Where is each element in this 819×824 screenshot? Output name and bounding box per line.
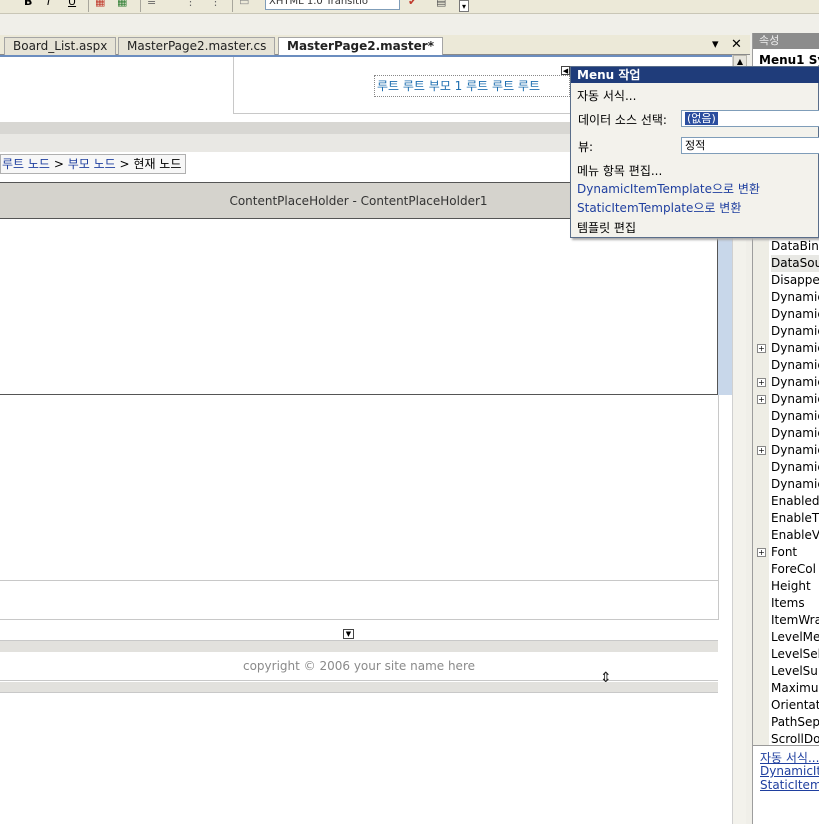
- breadcrumb-parent-link[interactable]: 부모 노드: [68, 157, 116, 171]
- toolbar: B I U ▦ ▦ ≡ ⋮ ⋮ ▭ XHTML 1.0 Transitio ✔ …: [0, 0, 819, 14]
- property-row[interactable]: Height: [771, 578, 819, 595]
- auto-format-link[interactable]: 자동 서식...: [577, 87, 636, 104]
- expand-section-icon[interactable]: ▼: [343, 629, 354, 639]
- view-label: 뷰:: [578, 140, 594, 154]
- property-row[interactable]: Enabled: [771, 493, 819, 510]
- property-row[interactable]: Dynamic: [771, 340, 819, 357]
- align-icon[interactable]: ≡: [147, 0, 156, 10]
- convert-dynamic-template-link[interactable]: DynamicItemTemplate으로 변환: [577, 180, 760, 197]
- background-color-icon[interactable]: ▦: [117, 0, 127, 10]
- property-row[interactable]: LevelSel: [771, 646, 819, 663]
- property-row[interactable]: DataBind: [771, 238, 819, 255]
- property-row[interactable]: Dynamic: [771, 425, 819, 442]
- italic-button[interactable]: I: [47, 0, 50, 10]
- property-row[interactable]: Dynamic: [771, 459, 819, 476]
- toolbar-overflow-icon[interactable]: ▾: [459, 0, 469, 12]
- breadcrumb-separator: >: [119, 157, 130, 171]
- tab-list-dropdown-icon[interactable]: ▾: [712, 37, 719, 53]
- property-row[interactable]: Maximu: [771, 680, 819, 697]
- breadcrumb-root-link[interactable]: 루트 노드: [2, 157, 50, 171]
- datasource-select[interactable]: (없음): [681, 110, 819, 127]
- convert-dynamic-command[interactable]: DynamicIt: [760, 764, 819, 778]
- expand-plus-icon[interactable]: +: [757, 344, 766, 353]
- bold-button[interactable]: B: [24, 0, 32, 10]
- smart-tag-glyph-icon[interactable]: ◀: [561, 66, 570, 75]
- property-row[interactable]: Dynamic: [771, 374, 819, 391]
- placeholder-side-bar: [718, 217, 732, 395]
- tab-board-list[interactable]: Board_List.aspx: [4, 37, 117, 55]
- expand-plus-icon[interactable]: +: [757, 395, 766, 404]
- property-row[interactable]: Orientati: [771, 697, 819, 714]
- property-row[interactable]: Dynamic: [771, 442, 819, 459]
- property-row[interactable]: ForeCol: [771, 561, 819, 578]
- menu-control[interactable]: 루트 루트 부모 1 루트 루트 루트: [374, 75, 570, 97]
- toolbar-separator: [88, 0, 89, 12]
- options-icon[interactable]: ▤: [436, 0, 446, 10]
- edit-menu-items-link[interactable]: 메뉴 항목 편집...: [577, 162, 662, 179]
- validation-icon[interactable]: ✔: [408, 0, 417, 10]
- document-tab-strip: Board_List.aspx MasterPage2.master.cs Ma…: [0, 35, 750, 56]
- bulleted-list-icon[interactable]: ⋮: [210, 0, 221, 10]
- tab-label: MasterPage2.master*: [287, 39, 434, 53]
- property-row[interactable]: Dynamic: [771, 357, 819, 374]
- divider: [0, 619, 718, 620]
- foreground-color-icon[interactable]: ▦: [95, 0, 105, 10]
- doctype-select[interactable]: XHTML 1.0 Transitio: [265, 0, 400, 10]
- property-row[interactable]: Dynamic: [771, 323, 819, 340]
- view-select[interactable]: 정적: [681, 137, 819, 154]
- tab-label: Board_List.aspx: [13, 39, 108, 53]
- menu-smart-tag-panel: Menu 작업 자동 서식... 데이터 소스 선택: (없음) 뷰: 정적 메…: [570, 66, 819, 238]
- divider: [0, 580, 718, 581]
- property-row[interactable]: DataSou: [771, 255, 819, 272]
- breadcrumb-separator: >: [53, 157, 64, 171]
- edit-templates-link[interactable]: 템플릿 편집: [577, 219, 636, 236]
- property-row[interactable]: LevelMe: [771, 629, 819, 646]
- tab-label: MasterPage2.master.cs: [127, 39, 267, 53]
- properties-commands: 자동 서식... DynamicIt StaticItem: [753, 745, 819, 824]
- property-row[interactable]: PathSep: [771, 714, 819, 731]
- property-row[interactable]: LevelSul: [771, 663, 819, 680]
- numbered-list-icon[interactable]: ⋮: [185, 0, 196, 10]
- property-row[interactable]: Dynamic: [771, 408, 819, 425]
- divider: [718, 395, 719, 620]
- property-row[interactable]: Font: [771, 544, 819, 561]
- smart-tag-title: Menu 작업: [571, 67, 819, 83]
- breadcrumb-current: 현재 노드: [133, 157, 182, 171]
- tab-masterpage-cs[interactable]: MasterPage2.master.cs: [118, 37, 276, 55]
- property-row[interactable]: Dynamic: [771, 476, 819, 493]
- property-row[interactable]: Items: [771, 595, 819, 612]
- datasource-value: (없음): [685, 112, 718, 125]
- expand-plus-icon[interactable]: +: [757, 378, 766, 387]
- tab-masterpage-master[interactable]: MasterPage2.master*: [278, 37, 443, 56]
- footer-top-band: [0, 640, 718, 652]
- property-row[interactable]: Dynamic: [771, 306, 819, 323]
- property-row[interactable]: Disappe: [771, 272, 819, 289]
- toolbar-separator: [140, 0, 141, 12]
- property-row[interactable]: EnableV: [771, 527, 819, 544]
- property-row[interactable]: ItemWra: [771, 612, 819, 629]
- datasource-label: 데이터 소스 선택:: [578, 113, 667, 127]
- resize-cursor-icon: ⇕: [600, 670, 612, 686]
- convert-static-template-link[interactable]: StaticItemTemplate으로 변환: [577, 199, 741, 216]
- property-row[interactable]: EnableT: [771, 510, 819, 527]
- breadcrumb: 루트 노드 > 부모 노드 > 현재 노드: [0, 154, 186, 174]
- print-icon[interactable]: ▭: [239, 0, 249, 10]
- properties-title: 속성: [753, 33, 819, 49]
- expand-plus-icon[interactable]: +: [757, 446, 766, 455]
- properties-gutter: [753, 239, 769, 773]
- underline-button[interactable]: U: [68, 0, 76, 10]
- expand-plus-icon[interactable]: +: [757, 548, 766, 557]
- convert-static-command[interactable]: StaticItem: [760, 778, 819, 792]
- property-row[interactable]: Dynamic: [771, 289, 819, 306]
- close-icon[interactable]: ✕: [731, 37, 742, 53]
- toolbar-separator: [232, 0, 233, 12]
- property-row[interactable]: Dynamic: [771, 391, 819, 408]
